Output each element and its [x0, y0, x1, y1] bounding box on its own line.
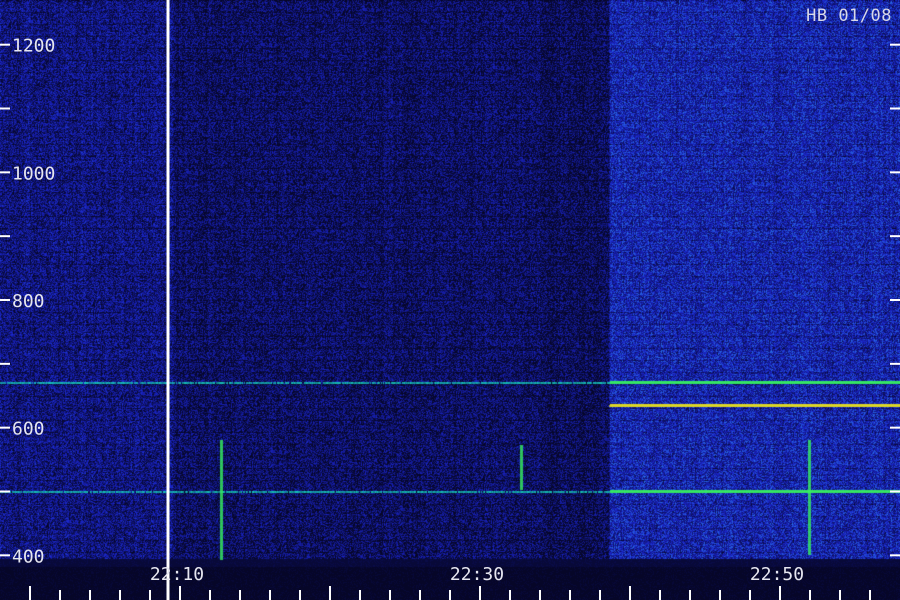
x-tick-label: 22:30 — [450, 564, 504, 585]
y-tick-label: 1000 — [12, 163, 55, 184]
y-ticks-right — [890, 43, 900, 557]
date-stamp: HB 01/08 — [806, 6, 892, 26]
spectrogram-axes: 400 600 800 1000 1200 22:10 22:30 22:50 — [0, 0, 900, 600]
x-tick-label: 22:50 — [750, 564, 804, 585]
y-tick-label: 800 — [12, 291, 45, 312]
x-tick-labels: 22:10 22:30 22:50 — [150, 564, 804, 585]
y-tick-label: 1200 — [12, 36, 55, 57]
x-ticks — [29, 586, 871, 600]
y-ticks-left — [0, 43, 10, 557]
y-tick-label: 400 — [12, 546, 45, 567]
x-tick-label: 22:10 — [150, 564, 204, 585]
y-tick-label: 600 — [12, 419, 45, 440]
y-tick-labels: 400 600 800 1000 1200 — [12, 36, 55, 568]
